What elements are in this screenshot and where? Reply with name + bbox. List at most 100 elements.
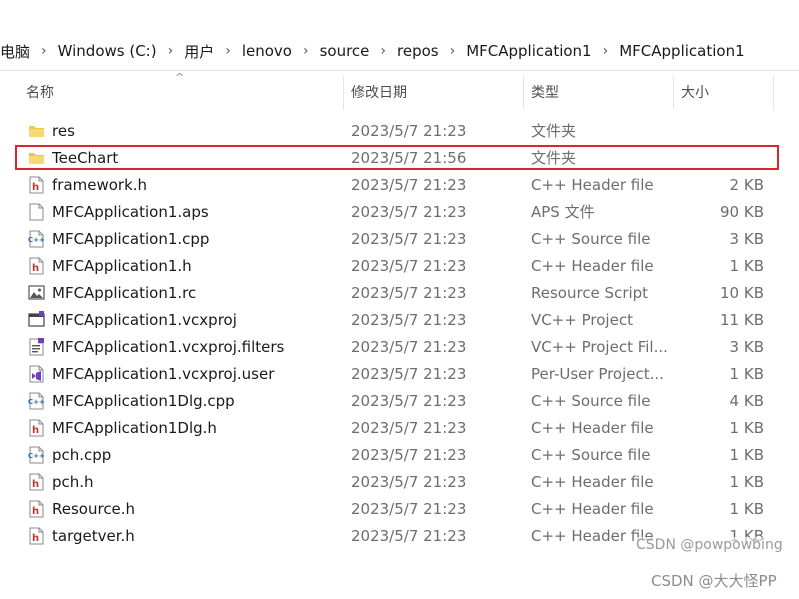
file-size: 90 KB [720,203,764,221]
file-row[interactable]: MFCApplication1.vcxproj.filters 2023/5/7 … [0,334,799,361]
cpp-file-icon: C++ [28,446,45,464]
cpp-file-icon: C++ [28,392,45,410]
vcxproj-icon [28,311,45,329]
svg-text:h: h [32,425,39,436]
file-type: C++ Source file [531,446,651,464]
svg-text:C++: C++ [28,452,45,460]
chevron-right-icon[interactable]: › [380,43,386,59]
file-modified-date: 2023/5/7 21:23 [351,500,467,518]
file-name: framework.h [52,176,148,194]
chevron-right-icon[interactable]: › [450,43,456,59]
file-type: 文件夹 [531,149,577,167]
file-type: APS 文件 [531,203,595,221]
file-type: C++ Header file [531,500,654,518]
file-name: res [52,122,75,140]
breadcrumb-item[interactable]: Windows (C:) [58,42,157,60]
svg-text:h: h [32,533,39,544]
file-type: C++ Header file [531,176,654,194]
file-name: MFCApplication1.vcxproj [52,311,237,329]
breadcrumb-item[interactable]: 电脑 [0,41,30,62]
file-row[interactable]: MFCApplication1.vcxproj 2023/5/7 21:23 VC+… [0,307,799,334]
svg-text:C++: C++ [28,398,45,406]
file-name: targetver.h [52,527,135,545]
column-header-date[interactable]: 修改日期 [351,71,407,111]
svg-text:h: h [32,479,39,490]
column-divider[interactable] [773,76,774,110]
file-type: Resource Script [531,284,649,302]
file-list: res 2023/5/7 21:23 文件夹 TeeChart 2023/5/7 21:… [0,118,799,550]
file-name: MFCApplication1.aps [52,203,209,221]
file-row[interactable]: MFCApplication1.rc 2023/5/7 21:23 Resource… [0,280,799,307]
column-divider[interactable] [343,76,344,110]
file-size: 1 KB [729,500,764,518]
column-header-name[interactable]: 名称 [26,71,54,111]
file-type: C++ Source file [531,230,651,248]
file-modified-date: 2023/5/7 21:56 [351,149,467,167]
file-row[interactable]: res 2023/5/7 21:23 文件夹 [0,118,799,145]
header-file-icon: h [28,419,45,437]
chevron-right-icon[interactable]: › [225,43,231,59]
column-header-row: ^ 名称 修改日期 类型 大小 [0,71,799,111]
file-row[interactable]: h MFCApplication1.h 2023/5/7 21:23 C++ Head… [0,253,799,280]
folder-icon [28,122,45,140]
file-modified-date: 2023/5/7 21:23 [351,311,467,329]
generic-file-icon [28,203,45,221]
address-bar[interactable]: 电脑 › Windows (C:) › 用户 › lenovo › source › repos › M… [0,0,799,71]
file-size: 1 KB [729,365,764,383]
file-row[interactable]: h Resource.h 2023/5/7 21:23 C++ Header file… [0,496,799,523]
column-divider[interactable] [673,76,674,110]
breadcrumb-item[interactable]: MFCApplication1 [619,42,744,60]
file-name: pch.cpp [52,446,112,464]
file-row[interactable]: h pch.h 2023/5/7 21:23 C++ Header file 1 KB [0,469,799,496]
file-name: MFCApplication1.vcxproj.user [52,365,275,383]
file-row[interactable]: C++ MFCApplication1Dlg.cpp 2023/5/7 21:23 C… [0,388,799,415]
file-modified-date: 2023/5/7 21:23 [351,527,467,545]
file-row[interactable]: h framework.h 2023/5/7 21:23 C++ Header fil… [0,172,799,199]
file-name: MFCApplication1Dlg.cpp [52,392,235,410]
header-file-icon: h [28,527,45,545]
file-modified-date: 2023/5/7 21:23 [351,392,467,410]
breadcrumb-item[interactable]: repos [397,42,439,60]
file-type: VC++ Project Fil... [531,338,668,356]
file-row[interactable]: C++ pch.cpp 2023/5/7 21:23 C++ Source file 1… [0,442,799,469]
header-file-icon: h [28,473,45,491]
watermark: CSDN @powpowbing [636,537,783,553]
file-type: Per-User Project... [531,365,664,383]
chevron-right-icon[interactable]: › [603,43,609,59]
file-row[interactable]: TeeChart 2023/5/7 21:56 文件夹 [0,145,799,172]
sort-ascending-icon[interactable]: ^ [175,71,184,84]
breadcrumb-item[interactable]: lenovo [242,42,292,60]
header-file-icon: h [28,257,45,275]
file-modified-date: 2023/5/7 21:23 [351,365,467,383]
file-modified-date: 2023/5/7 21:23 [351,203,467,221]
breadcrumb-item[interactable]: source [320,42,370,60]
column-header-size[interactable]: 大小 [681,71,709,111]
chevron-right-icon[interactable]: › [41,43,47,59]
svg-text:h: h [32,506,39,517]
watermark: CSDN @大大怪PP [651,572,777,590]
file-name: MFCApplication1.cpp [52,230,210,248]
file-modified-date: 2023/5/7 21:23 [351,446,467,464]
file-name: MFCApplication1.vcxproj.filters [52,338,285,356]
file-modified-date: 2023/5/7 21:23 [351,284,467,302]
file-modified-date: 2023/5/7 21:23 [351,176,467,194]
file-type: 文件夹 [531,122,577,140]
file-modified-date: 2023/5/7 21:23 [351,338,467,356]
file-size [681,118,764,145]
column-divider[interactable] [523,76,524,110]
column-header-type[interactable]: 类型 [531,71,559,111]
file-row[interactable]: h MFCApplication1Dlg.h 2023/5/7 21:23 C++ H… [0,415,799,442]
breadcrumb-item[interactable]: 用户 [184,41,214,62]
header-file-icon: h [28,176,45,194]
chevron-right-icon[interactable]: › [168,43,174,59]
breadcrumb-item[interactable]: MFCApplication1 [466,42,591,60]
file-size: 1 KB [729,257,764,275]
file-modified-date: 2023/5/7 21:23 [351,257,467,275]
file-type: C++ Header file [531,257,654,275]
file-row[interactable]: MFCApplication1.aps 2023/5/7 21:23 APS 文件 9… [0,199,799,226]
file-row[interactable]: C++ MFCApplication1.cpp 2023/5/7 21:23 C++ … [0,226,799,253]
vs-user-file-icon [28,365,45,383]
file-row[interactable]: MFCApplication1.vcxproj.user 2023/5/7 21:… [0,361,799,388]
chevron-right-icon[interactable]: › [303,43,309,59]
file-type: VC++ Project [531,311,633,329]
